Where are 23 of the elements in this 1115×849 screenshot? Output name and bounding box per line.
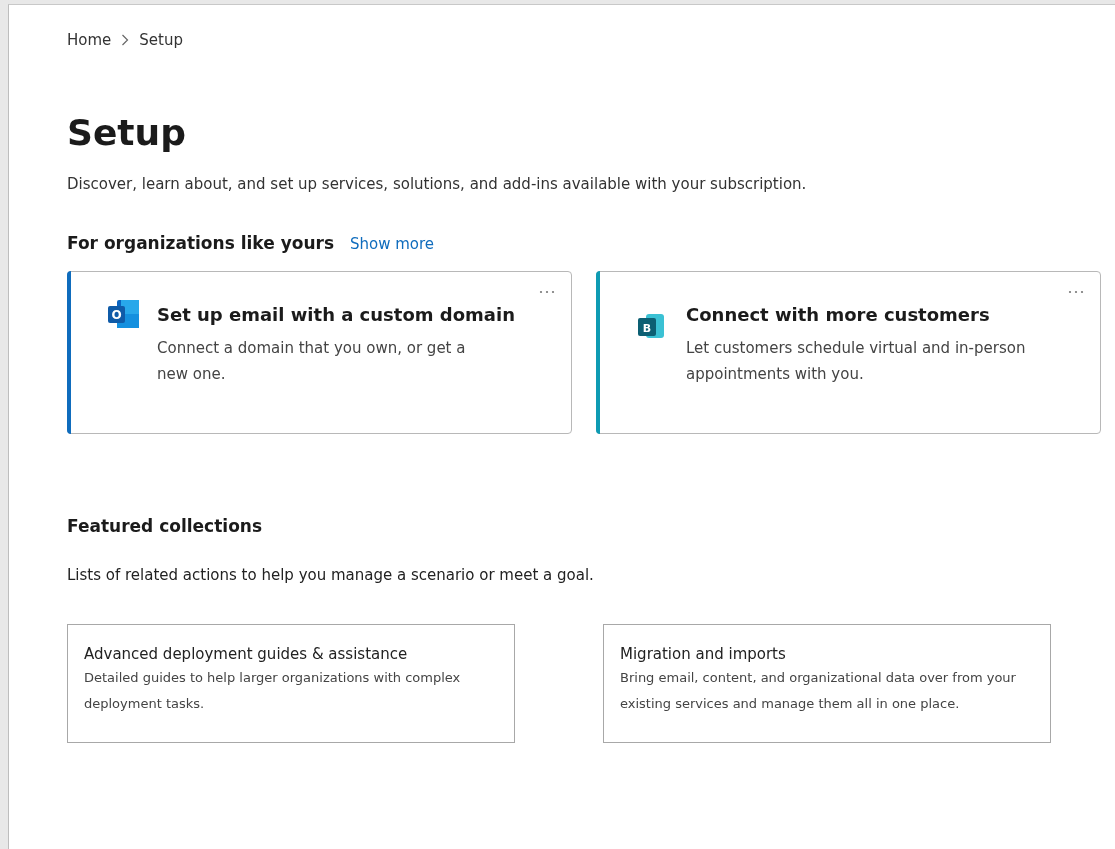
more-options-icon[interactable] [1068,290,1084,294]
card-title: Advanced deployment guides & assistance [84,645,409,663]
recommendation-card[interactable]: O Set up email with a custom domain Connect a domain that you own, or get a new one. [67,271,572,434]
card-description: Connect a domain that you own, or get a new one. [157,338,467,385]
card-description: Bring email, content, and organizational data over from your existing services and manage them all in one place. [620,669,1017,713]
collection-card[interactable]: Advanced deployment guides & assistance Detailed guides to help larger organizations with complex deployment tasks. [67,624,515,743]
page-description: Discover, learn about, and set up services, solutions, and add-ins available with your subscription. [67,175,808,193]
recommendation-card[interactable]: B Connect with more customers Let customers schedule virtual and in-person appointments with you. [596,271,1101,434]
card-description: Let customers schedule virtual and in-person appointments with you. [686,338,1026,385]
section-heading: Featured collections [67,516,264,536]
card-title: Connect with more customers [686,304,991,325]
page-title: Setup [67,111,187,155]
collection-card[interactable]: Migration and imports Bring email, content, and organizational data over from your existing services and manage them all in one place. [603,624,1051,743]
card-title: Set up email with a custom domain [157,304,515,325]
card-title: Migration and imports [620,645,787,663]
show-more-link[interactable]: Show more [350,235,435,253]
section-description: Lists of related actions to help you manage a scenario or meet a goal. [67,566,595,584]
more-options-icon[interactable] [539,290,555,294]
chevron-icon [121,34,130,46]
breadcrumb-item[interactable]: Home [67,31,112,49]
section-heading: For organizations like yours [67,233,334,253]
card-description: Detailed guides to help larger organizations with complex deployment tasks. [84,669,462,713]
breadcrumb-item[interactable]: Setup [139,31,183,49]
